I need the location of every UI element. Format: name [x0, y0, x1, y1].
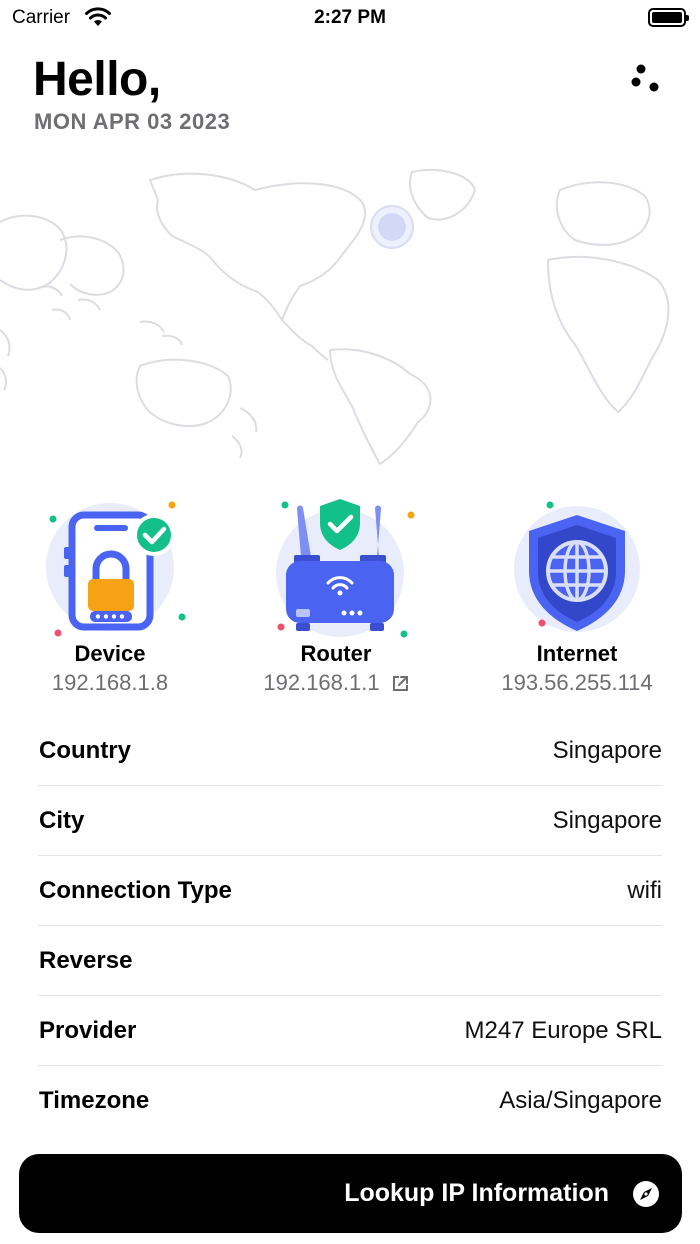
- info-row-provider: Provider M247 Europe SRL: [38, 996, 662, 1066]
- device-ip: 192.168.1.8: [51, 670, 169, 695]
- info-row-connection-type: Connection Type wifi: [38, 856, 662, 926]
- status-bar: Carrier 2:27 PM: [0, 0, 700, 36]
- info-value-connection-type: wifi: [627, 877, 662, 904]
- status-time: 2:27 PM: [314, 7, 386, 28]
- info-value-provider: M247 Europe SRL: [464, 1017, 662, 1044]
- device-lock-illustration: [46, 501, 186, 637]
- router-node[interactable]: Router 192.168.1.1: [226, 495, 446, 700]
- greeting-title: Hello,: [33, 53, 161, 106]
- info-key-timezone: Timezone: [39, 1087, 150, 1114]
- external-link-icon[interactable]: [392, 675, 409, 692]
- map-greenland: [409, 169, 476, 221]
- internet-ip: 193.56.255.114: [501, 670, 653, 695]
- battery-icon: [648, 8, 689, 27]
- map-europe: [555, 181, 651, 246]
- info-value-city: Singapore: [552, 807, 662, 834]
- map-central-america: [281, 319, 329, 361]
- map-islands: [37, 285, 183, 346]
- router-ip-row[interactable]: 192.168.1.1: [226, 670, 446, 696]
- lookup-ip-button[interactable]: Lookup IP Information: [19, 1154, 682, 1233]
- info-key-city: City: [39, 807, 85, 834]
- location-marker-dot: [378, 213, 406, 241]
- internet-label: Internet: [536, 641, 618, 666]
- world-map: [0, 169, 670, 465]
- internet-globe-shield-illustration: [514, 501, 640, 632]
- map-asia-west: [0, 214, 68, 291]
- info-row-reverse: Reverse: [38, 926, 662, 996]
- device-node[interactable]: Device 192.168.1.8: [0, 495, 220, 700]
- info-key-connection-type: Connection Type: [39, 877, 232, 904]
- map-new-zealand: [231, 407, 258, 459]
- internet-node[interactable]: Internet 193.56.255.114: [467, 495, 687, 700]
- map-asia-east: [59, 235, 125, 296]
- info-value-timezone: Asia/Singapore: [499, 1087, 662, 1114]
- ip-info-list: Country Singapore City Singapore Connect…: [38, 716, 662, 1136]
- map-australia: [135, 358, 232, 428]
- info-value-country: Singapore: [552, 737, 662, 764]
- info-key-provider: Provider: [39, 1017, 137, 1044]
- info-key-country: Country: [39, 737, 131, 764]
- info-row-city: City Singapore: [38, 786, 662, 856]
- info-key-reverse: Reverse: [39, 947, 133, 974]
- map-asia-far-east: [0, 329, 11, 391]
- router-ip: 192.168.1.1: [263, 670, 380, 695]
- compass-icon: [633, 1181, 659, 1207]
- info-row-country: Country Singapore: [38, 716, 662, 786]
- map-south-america: [329, 348, 432, 465]
- info-row-timezone: Timezone Asia/Singapore: [38, 1066, 662, 1136]
- router-label: Router: [300, 641, 372, 666]
- lookup-ip-button-label: Lookup IP Information: [344, 1179, 609, 1207]
- dots-menu-icon[interactable]: [628, 60, 664, 98]
- device-label: Device: [74, 641, 146, 666]
- router-shield-illustration: [276, 499, 415, 638]
- date-label: MON APR 03 2023: [34, 109, 231, 134]
- app-screen: Carrier 2:27 PM Hello, MON APR 03 2023 D…: [0, 0, 700, 1244]
- map-north-america: [149, 172, 367, 321]
- map-africa: [547, 255, 670, 413]
